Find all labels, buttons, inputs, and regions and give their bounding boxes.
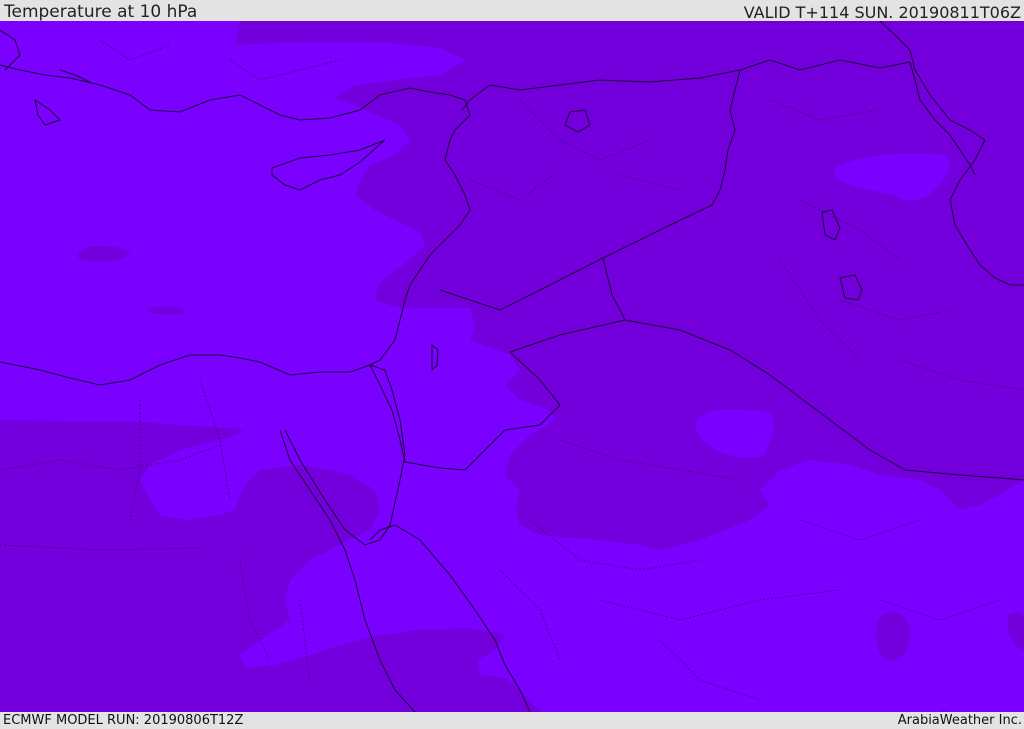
map-canvas xyxy=(0,21,1024,712)
weather-map[interactable] xyxy=(0,21,1024,712)
credit-label: ArabiaWeather Inc. xyxy=(897,713,1022,728)
footer-bar: ECMWF MODEL RUN: 20190806T12Z ArabiaWeat… xyxy=(0,712,1024,729)
model-run-label: ECMWF MODEL RUN: 20190806T12Z xyxy=(3,713,244,728)
map-title: Temperature at 10 hPa xyxy=(4,2,198,22)
valid-time: VALID T+114 SUN. 20190811T06Z xyxy=(743,3,1021,22)
header-bar: Temperature at 10 hPa VALID T+114 SUN. 2… xyxy=(0,0,1024,22)
